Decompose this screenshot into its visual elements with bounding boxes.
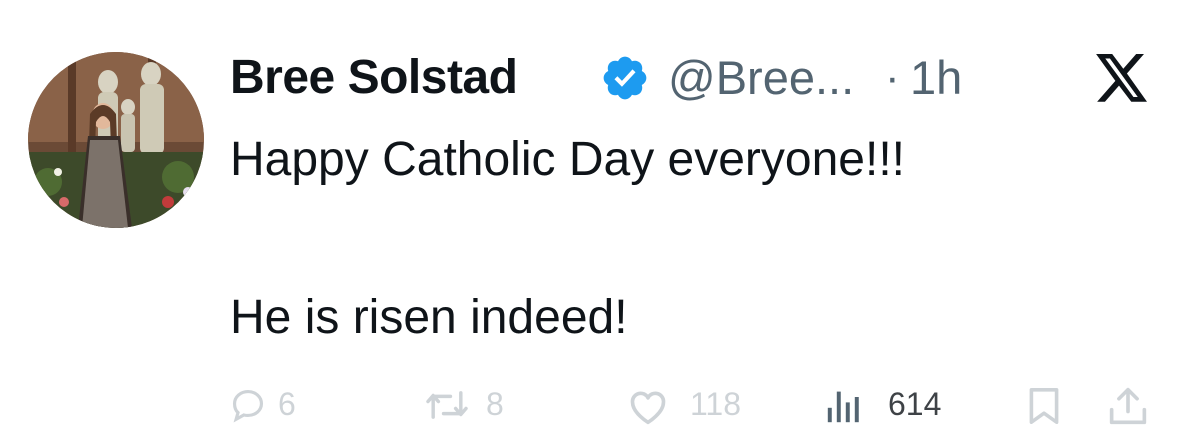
repost-button[interactable]: 8: [424, 376, 524, 432]
like-count: 118: [690, 386, 742, 422]
view-count: 614: [888, 386, 942, 422]
avatar[interactable]: [28, 52, 204, 228]
avatar-photo: [28, 52, 204, 228]
bookmark-icon: [1029, 388, 1059, 424]
share-button[interactable]: [1108, 376, 1152, 432]
heart-icon: [630, 391, 666, 425]
views-chart-icon: [827, 391, 859, 423]
verified-badge-icon[interactable]: [600, 53, 650, 103]
tweet-text-line-1: Happy Catholic Day everyone!!!: [230, 133, 905, 186]
bookmark-button[interactable]: [1026, 376, 1070, 432]
header-separator: ·: [885, 53, 900, 102]
reply-icon: [232, 389, 264, 423]
action-bar: 6 8 118 614: [0, 376, 1179, 432]
repost-icon: [426, 391, 468, 419]
tweet-header: Bree Solstad @Bree... · 1h: [230, 46, 1130, 110]
repost-count: 8: [486, 386, 504, 422]
reply-count: 6: [278, 386, 296, 422]
reply-button[interactable]: 6: [228, 376, 328, 432]
tweet-card[interactable]: Bree Solstad @Bree... · 1h Happy Catholi…: [0, 0, 1179, 436]
timestamp[interactable]: 1h: [910, 46, 962, 110]
views-button[interactable]: 614: [826, 376, 956, 432]
like-button[interactable]: 118: [626, 376, 756, 432]
x-logo-icon[interactable]: [1094, 54, 1150, 104]
display-name[interactable]: Bree Solstad: [230, 46, 518, 110]
tweet-text-line-2: He is risen indeed!: [230, 291, 628, 344]
user-handle[interactable]: @Bree...: [668, 46, 854, 110]
share-icon: [1109, 387, 1147, 425]
